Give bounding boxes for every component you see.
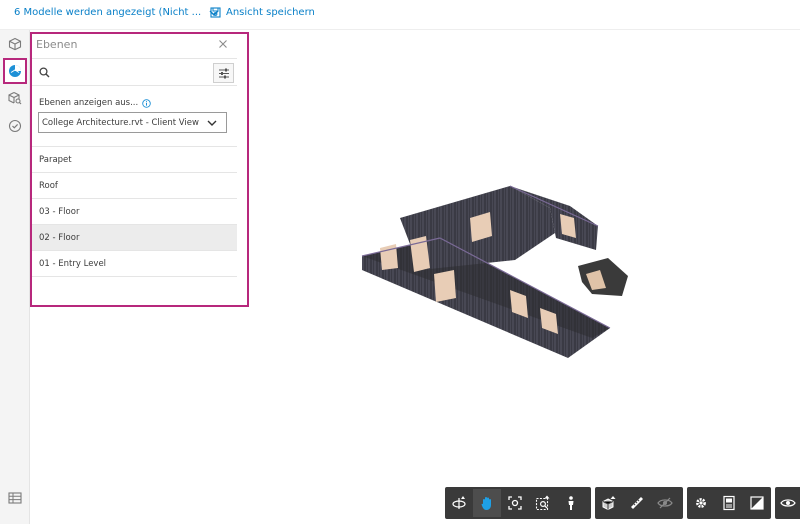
first-person-button[interactable] — [557, 489, 585, 517]
models-shown-label: 6 Modelle werden angezeigt (Nicht ... — [14, 7, 202, 18]
settings-toolbar — [687, 487, 771, 519]
visibility-icon — [657, 497, 673, 509]
eye-icon — [779, 499, 796, 507]
level-label: 03 - Floor — [39, 206, 80, 217]
properties-button[interactable] — [715, 489, 743, 517]
pan-button[interactable] — [473, 489, 501, 517]
top-bar: 6 Modelle werden angezeigt (Nicht ... An… — [0, 0, 800, 30]
level-row-parapet[interactable]: Parapet — [32, 147, 237, 173]
level-row-02-floor[interactable]: 02 - Floor — [32, 225, 237, 251]
save-view-button[interactable]: Ansicht speichern — [210, 7, 315, 18]
filter-sliders-icon — [218, 68, 229, 78]
fit-to-view-icon — [508, 496, 522, 510]
extra-toolbar — [775, 487, 800, 519]
levels-icon — [9, 65, 21, 77]
measure-button[interactable] — [623, 489, 651, 517]
data-table-button[interactable] — [4, 489, 26, 507]
levels-search-row — [32, 58, 237, 86]
level-row-01-entry-level[interactable]: 01 - Entry Level — [32, 251, 237, 277]
level-label: Parapet — [39, 154, 72, 165]
measure-icon — [631, 497, 643, 509]
section-box-button[interactable] — [595, 489, 623, 517]
levels-source-select[interactable]: College Architecture.rvt - Client View — [38, 112, 227, 133]
panel-title: Ebenen — [36, 38, 78, 51]
level-label: 02 - Floor — [39, 232, 80, 243]
first-person-icon — [568, 496, 574, 510]
fullscreen-button[interactable] — [743, 489, 771, 517]
levels-button[interactable] — [3, 58, 27, 84]
model-browser-icon — [8, 37, 22, 51]
detached-block — [578, 258, 628, 296]
zoom-window-button[interactable] — [529, 489, 557, 517]
fullscreen-icon — [750, 496, 764, 510]
levels-list: Parapet Roof 03 - Floor 02 - Floor 01 - … — [32, 146, 237, 277]
save-view-icon — [210, 7, 221, 18]
section-box-icon — [602, 496, 616, 511]
close-icon[interactable] — [217, 38, 229, 50]
building-3d-model[interactable] — [360, 178, 630, 363]
levels-source-value: College Architecture.rvt - Client View — [42, 117, 199, 128]
save-view-label: Ansicht speichern — [226, 7, 315, 18]
issues-button[interactable] — [4, 115, 26, 137]
pan-icon — [481, 497, 491, 510]
search-icon — [39, 67, 50, 78]
properties-icon — [723, 495, 735, 511]
info-icon[interactable] — [142, 98, 151, 108]
navigation-toolbar — [445, 487, 591, 519]
left-tool-rail — [0, 30, 30, 524]
interior-room — [434, 270, 456, 302]
zoom-window-icon — [535, 495, 550, 511]
models-shown-dropdown[interactable]: 6 Modelle werden angezeigt (Nicht ... — [14, 7, 219, 18]
visibility-button[interactable] — [651, 489, 679, 517]
filter-button[interactable] — [213, 63, 234, 83]
chevron-down-icon — [207, 120, 217, 126]
levels-search-input[interactable] — [56, 63, 206, 83]
levels-source-label: Ebenen anzeigen aus... — [39, 98, 139, 108]
search-model-button[interactable] — [4, 87, 26, 109]
fit-to-view-button[interactable] — [501, 489, 529, 517]
settings-button[interactable] — [687, 489, 715, 517]
eye-button[interactable] — [775, 489, 800, 517]
issues-icon — [8, 119, 22, 133]
table-icon — [8, 492, 22, 504]
search-model-icon — [8, 92, 22, 105]
model-browser-button[interactable] — [4, 33, 26, 55]
model-tools-toolbar — [595, 487, 683, 519]
levels-panel: Ebenen Ebenen anzeigen aus... College Ar… — [30, 32, 249, 307]
orbit-icon — [452, 496, 466, 509]
settings-icon — [696, 498, 706, 508]
level-label: 01 - Entry Level — [39, 258, 107, 269]
level-label: Roof — [39, 180, 58, 191]
level-row-03-floor[interactable]: 03 - Floor — [32, 199, 237, 225]
levels-source-label-row: Ebenen anzeigen aus... — [39, 98, 151, 108]
orbit-button[interactable] — [445, 489, 473, 517]
level-row-roof[interactable]: Roof — [32, 173, 237, 199]
